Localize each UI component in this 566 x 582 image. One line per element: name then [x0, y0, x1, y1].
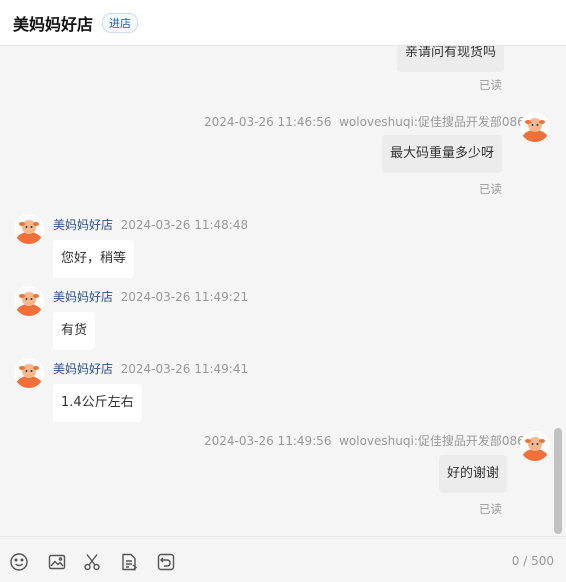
- avatar: [520, 431, 550, 461]
- message-sender: 美妈妈好店: [53, 362, 114, 376]
- read-status: 已读: [479, 502, 502, 516]
- avatar-icon: [14, 214, 44, 244]
- message-bubble: 有货: [53, 312, 96, 350]
- message-bubble: 最大码重量多少呀: [382, 135, 503, 173]
- avatar: [520, 112, 550, 142]
- scrollbar[interactable]: [554, 46, 562, 536]
- avatar-icon: [14, 358, 44, 388]
- read-status: 已读: [479, 78, 502, 92]
- avatar: [14, 286, 44, 316]
- message-bubble: 1.4公斤左右: [53, 384, 142, 422]
- scrollbar-thumb[interactable]: [554, 428, 562, 534]
- message-sender: woloveshuqi:促佳搜品开发部086: [339, 434, 525, 448]
- read-status: 已读: [479, 182, 502, 196]
- enter-shop-button[interactable]: 进店: [102, 12, 139, 33]
- image-icon[interactable]: [47, 552, 67, 572]
- message-list[interactable]: 亲请问有现货吗 已读 2024-03-26 11:46:56 woloveshu…: [0, 46, 566, 536]
- message-time: 2024-03-26 11:49:21: [120, 290, 249, 304]
- message-bubble: 您好，稍等: [53, 240, 135, 278]
- message-meta: 美妈妈好店 2024-03-26 11:49:21: [53, 288, 248, 305]
- message-bubble: 好的谢谢: [439, 455, 508, 493]
- message-meta: 2024-03-26 11:49:56 woloveshuqi:促佳搜品开发部0…: [204, 432, 525, 449]
- avatar: [14, 358, 44, 388]
- message-sender: 美妈妈好店: [53, 218, 114, 232]
- message-time: 2024-03-26 11:49:41: [120, 362, 249, 376]
- message-time: 2024-03-26 11:49:56: [204, 434, 332, 448]
- shop-title: 美妈妈好店: [13, 14, 94, 34]
- message-meta: 美妈妈好店 2024-03-26 11:49:41: [53, 360, 248, 377]
- message-meta: 2024-03-26 11:46:56 woloveshuqi:促佳搜品开发部0…: [204, 113, 525, 130]
- emoji-icon[interactable]: [9, 552, 29, 572]
- avatar-icon: [14, 286, 44, 316]
- document-icon[interactable]: [119, 552, 139, 572]
- message-meta: 美妈妈好店 2024-03-26 11:48:48: [53, 216, 248, 233]
- scissors-icon[interactable]: [82, 552, 102, 572]
- message-sender: woloveshuqi:促佳搜品开发部086: [339, 115, 525, 129]
- message-time: 2024-03-26 11:48:48: [120, 218, 249, 232]
- message-sender: 美妈妈好店: [53, 290, 114, 304]
- message-bubble: 亲请问有现货吗: [397, 46, 505, 72]
- message-time: 2024-03-26 11:46:56: [204, 115, 332, 129]
- avatar-icon: [520, 431, 550, 461]
- input-toolbar: 0 / 500: [0, 536, 566, 582]
- char-counter: 0 / 500: [511, 554, 554, 568]
- chat-header: 美妈妈好店 进店: [0, 0, 566, 46]
- avatar: [14, 214, 44, 244]
- avatar-icon: [520, 112, 550, 142]
- revoke-icon[interactable]: [156, 552, 176, 572]
